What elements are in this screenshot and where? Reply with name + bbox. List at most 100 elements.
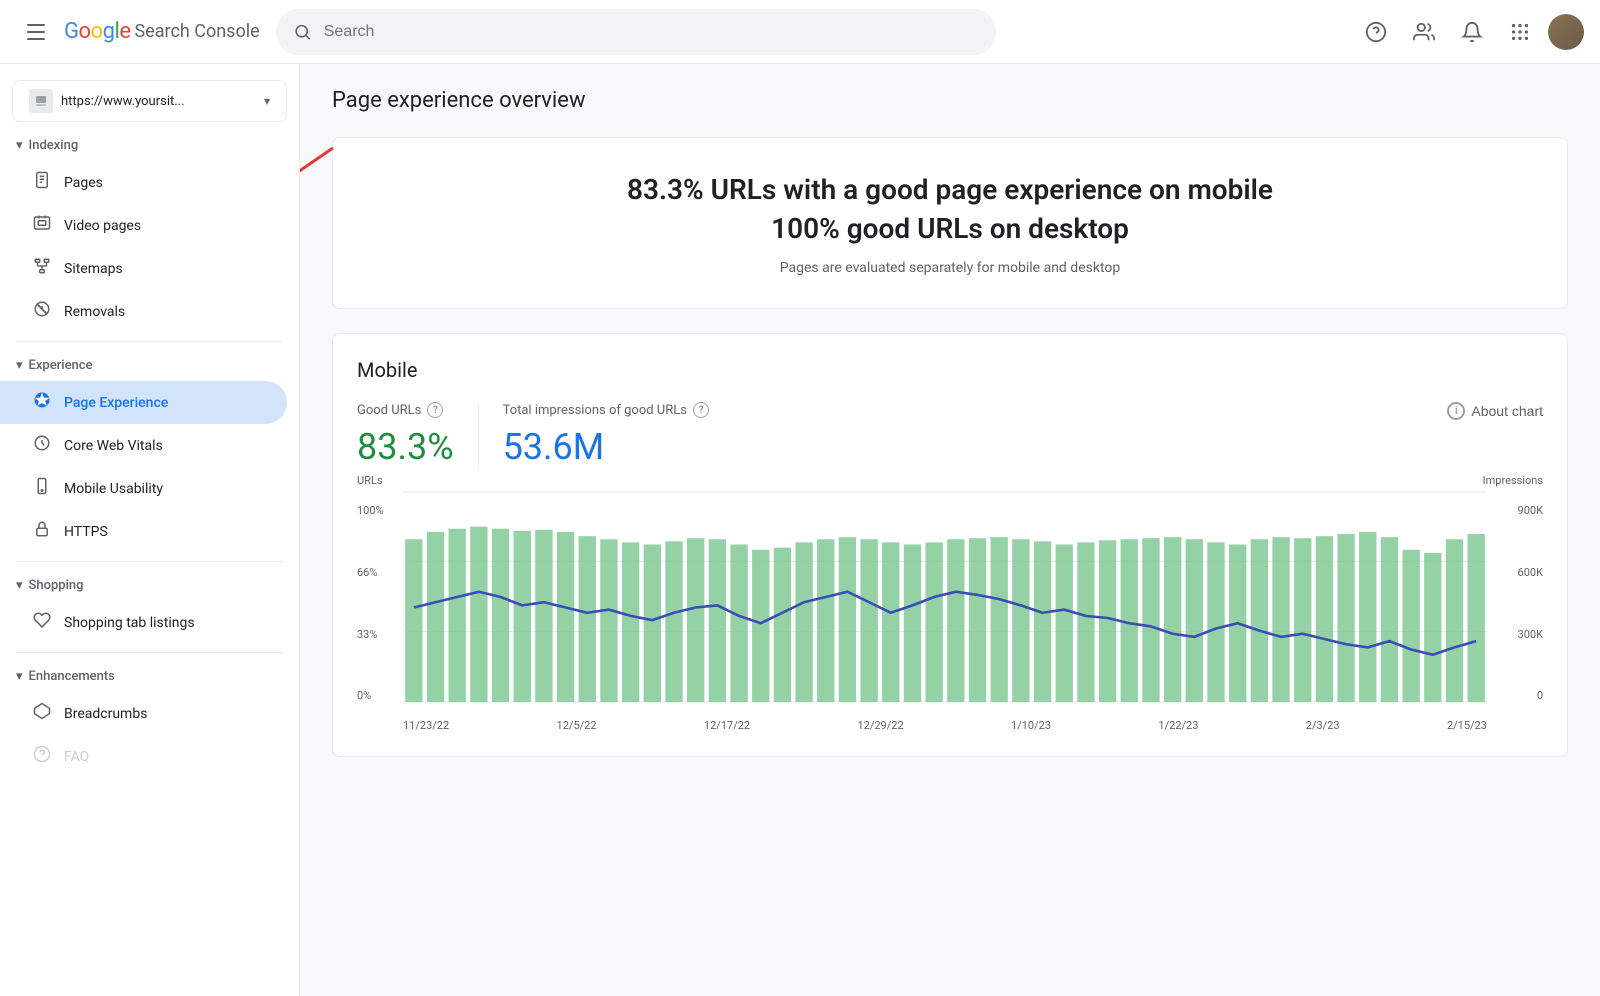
sidebar-item-mobile-usability[interactable]: Mobile Usability	[0, 467, 287, 510]
https-icon	[32, 520, 52, 543]
left-axis-label: URLs	[357, 474, 383, 487]
x-label: 1/22/23	[1158, 719, 1198, 732]
search-input[interactable]	[324, 23, 979, 41]
sidebar-item-sitemaps[interactable]: Sitemaps	[0, 247, 287, 290]
help-button[interactable]	[1356, 12, 1396, 52]
good-urls-metric: Good URLs ? 83.3%	[357, 402, 479, 468]
sidebar-item-label: HTTPS	[64, 524, 108, 540]
x-label: 2/15/23	[1447, 719, 1487, 732]
nav-divider	[16, 652, 283, 653]
bell-icon	[1461, 21, 1483, 43]
y-label: 33%	[357, 628, 397, 641]
sidebar-item-page-experience[interactable]: Page Experience	[0, 381, 287, 424]
collapse-arrow-icon: ▾	[16, 358, 23, 373]
core-web-vitals-icon	[32, 434, 52, 457]
nav-divider	[16, 561, 283, 562]
about-chart-label: About chart	[1471, 403, 1543, 419]
collapse-arrow-icon: ▾	[16, 669, 23, 684]
hero-headline: 83.3% URLs with a good page experience o…	[357, 170, 1543, 248]
sidebar-item-faq[interactable]: FAQ	[0, 735, 287, 778]
total-impressions-label: Total impressions of good URLs ?	[503, 402, 709, 418]
left-y-labels: 100% 66% 33% 0%	[357, 504, 397, 702]
x-label: 12/29/22	[857, 719, 903, 732]
sidebar-section-label: Enhancements	[29, 669, 115, 684]
chart-area: URLs Impressions 100% 66% 33% 0% 900K 60…	[357, 492, 1543, 732]
total-impressions-value: 53.6M	[503, 426, 709, 468]
good-urls-help-icon[interactable]: ?	[427, 402, 443, 418]
sidebar-item-label: Mobile Usability	[64, 481, 163, 497]
faq-icon	[32, 745, 52, 768]
site-selector[interactable]: https://www.yoursit... ▾	[12, 80, 287, 122]
sidebar-item-label: Core Web Vitals	[64, 438, 163, 454]
logo-area: Google Search Console	[64, 19, 260, 44]
notifications-button[interactable]	[1452, 12, 1492, 52]
hamburger-menu-button[interactable]	[16, 12, 56, 52]
layout: https://www.yoursit... ▾ ▾ Indexing Page…	[0, 64, 1600, 996]
sidebar-item-label: Video pages	[64, 218, 141, 234]
grid-icon	[1509, 21, 1531, 43]
sidebar-item-label: FAQ	[64, 749, 89, 765]
collapse-arrow-icon: ▾	[16, 578, 23, 593]
sidebar-section-label: Shopping	[29, 578, 84, 593]
sidebar-section-shopping[interactable]: ▾ Shopping	[0, 570, 299, 601]
apps-button[interactable]	[1500, 12, 1540, 52]
chart-svg	[403, 492, 1487, 702]
y-label: 0%	[357, 689, 397, 702]
chart-card-title: Mobile	[357, 358, 1543, 382]
search-icon	[293, 22, 312, 42]
total-impressions-help-icon[interactable]: ?	[693, 402, 709, 418]
breadcrumbs-icon	[32, 702, 52, 725]
chart-inner	[403, 492, 1487, 702]
y-label: 600K	[1493, 566, 1543, 579]
avatar[interactable]	[1548, 14, 1584, 50]
right-y-labels: 900K 600K 300K 0	[1493, 504, 1543, 702]
about-chart-button[interactable]: i About chart	[1447, 402, 1543, 420]
sidebar-item-label: Removals	[64, 304, 125, 320]
x-axis-labels: 11/23/22 12/5/22 12/17/22 12/29/22 1/10/…	[403, 719, 1487, 732]
site-favicon	[29, 89, 53, 113]
sidebar-item-pages[interactable]: Pages	[0, 161, 287, 204]
header: Google Search Console	[0, 0, 1600, 64]
search-bar[interactable]	[276, 9, 996, 55]
avatar-image	[1548, 14, 1584, 50]
total-impressions-metric: Total impressions of good URLs ? 53.6M	[503, 402, 733, 468]
removals-icon	[32, 300, 52, 323]
search-console-button[interactable]	[1404, 12, 1444, 52]
site-url-label: https://www.yoursit...	[61, 94, 256, 109]
right-axis-label: Impressions	[1483, 474, 1543, 487]
nav-divider	[16, 341, 283, 342]
sidebar-section-indexing[interactable]: ▾ Indexing	[0, 130, 299, 161]
help-icon	[1365, 21, 1387, 43]
info-circle-icon: i	[1447, 402, 1465, 420]
hamburger-line	[27, 38, 45, 40]
y-label: 100%	[357, 504, 397, 517]
page-experience-icon	[32, 391, 52, 414]
sitemaps-icon	[32, 257, 52, 280]
sidebar-item-shopping-tab[interactable]: Shopping tab listings	[0, 601, 287, 644]
x-label: 11/23/22	[403, 719, 449, 732]
video-pages-icon	[32, 214, 52, 237]
sidebar-item-label: Pages	[64, 175, 103, 191]
main-content: Page experience overview 83.3% URLs with…	[300, 64, 1600, 996]
sidebar-section-enhancements[interactable]: ▾ Enhancements	[0, 661, 299, 692]
hero-subtitle: Pages are evaluated separately for mobil…	[357, 260, 1543, 276]
x-label: 12/5/22	[557, 719, 597, 732]
sidebar-section-label: Experience	[29, 358, 93, 373]
good-urls-label: Good URLs ?	[357, 402, 454, 418]
sidebar-item-video-pages[interactable]: Video pages	[0, 204, 287, 247]
x-label: 2/3/23	[1306, 719, 1340, 732]
person-icon	[1413, 21, 1435, 43]
sidebar-item-removals[interactable]: Removals	[0, 290, 287, 333]
chart-card: Mobile Good URLs ? 83.3% Total impressio…	[332, 333, 1568, 757]
collapse-arrow-icon: ▾	[16, 138, 23, 153]
sidebar-item-breadcrumbs[interactable]: Breadcrumbs	[0, 692, 287, 735]
annotation-arrow	[300, 118, 353, 322]
x-label: 1/10/23	[1011, 719, 1051, 732]
sidebar-item-https[interactable]: HTTPS	[0, 510, 287, 553]
y-label: 900K	[1493, 504, 1543, 517]
sidebar-section-experience[interactable]: ▾ Experience	[0, 350, 299, 381]
page-title: Page experience overview	[332, 88, 1568, 113]
sidebar-item-label: Sitemaps	[64, 261, 123, 277]
sidebar-item-core-web-vitals[interactable]: Core Web Vitals	[0, 424, 287, 467]
shopping-icon	[32, 611, 52, 634]
